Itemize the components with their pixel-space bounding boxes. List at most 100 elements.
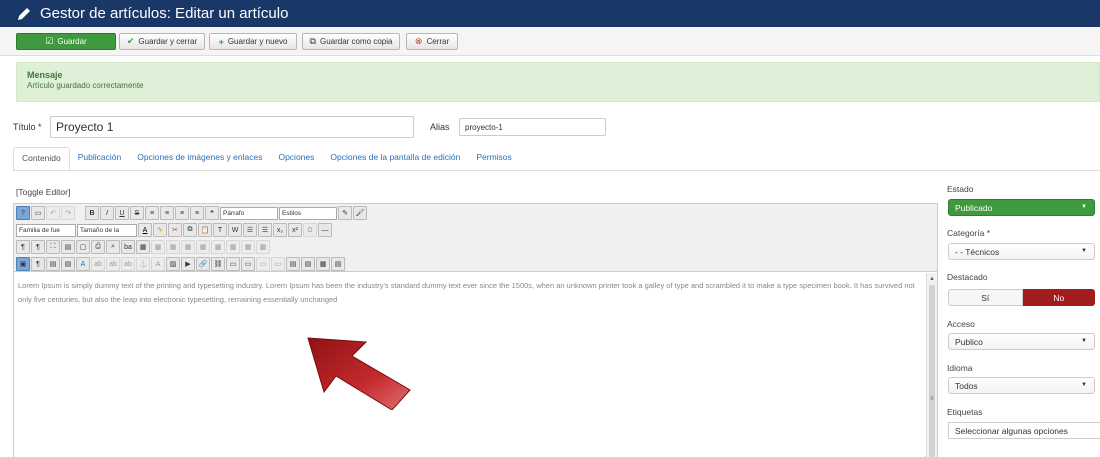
editor-toolbar-row-1: ? ▭ ↶ ↷ B I U S ≡ ≡ ≡ ≡ ❝ Párrafo Estilo…: [16, 205, 367, 221]
scroll-grip-icon: ≡: [930, 396, 934, 402]
table-icon[interactable]: ▦: [136, 240, 150, 254]
special-char-icon[interactable]: Ω: [303, 223, 317, 237]
tab-pantalla-edicion[interactable]: Opciones de la pantalla de edición: [322, 147, 468, 171]
copy-editor-icon[interactable]: ⧉: [183, 223, 197, 237]
rtl-icon[interactable]: ¶: [31, 240, 45, 254]
module-icon[interactable]: ▤: [331, 257, 345, 271]
table-row-icon[interactable]: ▦: [151, 240, 165, 254]
destacado-no-button[interactable]: No: [1022, 289, 1095, 306]
image-icon[interactable]: ▨: [166, 257, 180, 271]
tab-opciones[interactable]: Opciones: [270, 147, 322, 171]
align-right-icon[interactable]: ≡: [175, 206, 189, 220]
paste-word-icon[interactable]: W: [228, 223, 242, 237]
tab-imagenes-enlaces[interactable]: Opciones de imágenes y enlaces: [129, 147, 270, 171]
save-new-button[interactable]: + Guardar y nuevo: [209, 33, 297, 50]
close-button[interactable]: ⊗ Cerrar: [406, 33, 458, 50]
editor-toolbar-row-2: Familia de fue Tamaño de la A ✎ ✂ ⧉ 📋 T …: [16, 222, 332, 238]
redo-icon[interactable]: ↷: [61, 206, 75, 220]
underline-icon[interactable]: U: [115, 206, 129, 220]
tab-permisos[interactable]: Permisos: [468, 147, 519, 171]
tab-publicacion[interactable]: Publicación: [70, 147, 129, 171]
table-merge-icon[interactable]: ▦: [196, 240, 210, 254]
etiquetas-input[interactable]: Seleccionar algunas opciones: [948, 422, 1100, 439]
italic-icon[interactable]: I: [100, 206, 114, 220]
table-col-icon[interactable]: ▦: [166, 240, 180, 254]
table-delete-icon[interactable]: ▦: [226, 240, 240, 254]
undo-icon[interactable]: ↶: [46, 206, 60, 220]
tab-contenido[interactable]: Contenido: [13, 147, 70, 171]
article-icon[interactable]: ▤: [286, 257, 300, 271]
cut-icon[interactable]: ✂: [168, 223, 182, 237]
paragraph-icon[interactable]: ¶: [31, 257, 45, 271]
highlight-icon[interactable]: ✎: [153, 223, 167, 237]
cite-icon[interactable]: ab: [121, 257, 135, 271]
horizontal-rule-icon[interactable]: —: [318, 223, 332, 237]
align-center-icon[interactable]: ≡: [160, 206, 174, 220]
nonbreaking-icon[interactable]: ▭: [256, 257, 270, 271]
subscript-icon[interactable]: x₂: [273, 223, 287, 237]
preview-icon[interactable]: ▢: [76, 240, 90, 254]
paste-text-icon[interactable]: T: [213, 223, 227, 237]
format-select[interactable]: Párrafo: [220, 206, 278, 220]
print-icon[interactable]: ⎙: [91, 240, 105, 254]
numbered-list-icon[interactable]: ☰: [258, 223, 272, 237]
save-button[interactable]: ☑ Guardar: [16, 33, 116, 50]
alias-input[interactable]: proyecto-1: [459, 118, 606, 136]
template-icon[interactable]: ▤: [61, 240, 75, 254]
visual-aid-icon[interactable]: ▣: [16, 257, 30, 271]
media-icon[interactable]: ▶: [181, 257, 195, 271]
idioma-select[interactable]: Todos ▼: [948, 377, 1095, 394]
table-props-icon[interactable]: ▦: [241, 240, 255, 254]
strikethrough-icon[interactable]: S: [130, 206, 144, 220]
text-attrs-icon[interactable]: A: [151, 257, 165, 271]
save-copy-button[interactable]: ⧉ Guardar como copia: [302, 33, 400, 50]
font-color-icon[interactable]: A: [138, 223, 152, 237]
bold-icon[interactable]: B: [85, 206, 99, 220]
table-insert-icon[interactable]: ▦: [256, 240, 270, 254]
font-size-select[interactable]: Tamaño de la: [77, 223, 137, 237]
table-split-icon[interactable]: ▦: [211, 240, 225, 254]
scroll-thumb[interactable]: [929, 285, 935, 457]
destacado-yes-button[interactable]: Sí: [948, 289, 1023, 306]
table-cell-icon[interactable]: ▦: [181, 240, 195, 254]
editor-content[interactable]: Lorem Ipsum is simply dummy text of the …: [14, 273, 925, 457]
bullet-list-icon[interactable]: ☰: [243, 223, 257, 237]
scroll-up-icon[interactable]: ▲: [929, 276, 935, 282]
insert-time-icon[interactable]: ▭: [241, 257, 255, 271]
toggle-editor-link[interactable]: [Toggle Editor]: [16, 187, 70, 197]
anchor-icon[interactable]: ⚓: [136, 257, 150, 271]
brush-icon[interactable]: 🖌: [353, 206, 367, 220]
readmore-icon[interactable]: ▤: [301, 257, 315, 271]
ltr-icon[interactable]: ¶: [16, 240, 30, 254]
find-icon[interactable]: ⌕: [106, 240, 120, 254]
insert-layer-icon[interactable]: ▤: [61, 257, 75, 271]
align-left-icon[interactable]: ≡: [145, 206, 159, 220]
eraser-icon[interactable]: ✎: [338, 206, 352, 220]
font-family-select[interactable]: Familia de fue: [16, 223, 76, 237]
blockquote-icon[interactable]: ❝: [205, 206, 219, 220]
editor-scrollbar[interactable]: ▲ ≡: [926, 273, 937, 457]
pagebreak-icon[interactable]: ▭: [271, 257, 285, 271]
unlink-icon[interactable]: ⛓: [211, 257, 225, 271]
help-icon[interactable]: ?: [16, 206, 30, 220]
save-editor-icon[interactable]: ▦: [316, 257, 330, 271]
fullscreen-icon[interactable]: ⛶: [46, 240, 60, 254]
paste-icon[interactable]: 📋: [198, 223, 212, 237]
acronym-icon[interactable]: ab: [106, 257, 120, 271]
check-icon: ✔: [126, 36, 135, 46]
title-input[interactable]: Proyecto 1: [50, 116, 414, 138]
abbr-icon[interactable]: ab: [91, 257, 105, 271]
insert-doc-icon[interactable]: ▤: [46, 257, 60, 271]
save-close-button[interactable]: ✔ Guardar y cerrar: [119, 33, 205, 50]
styles-select[interactable]: Estilos: [279, 206, 337, 220]
superscript-icon[interactable]: x²: [288, 223, 302, 237]
insert-date-icon[interactable]: ▭: [226, 257, 240, 271]
link-icon[interactable]: 🔗: [196, 257, 210, 271]
spellcheck-icon[interactable]: A: [76, 257, 90, 271]
align-justify-icon[interactable]: ≡: [190, 206, 204, 220]
acceso-select[interactable]: Publico ▼: [948, 333, 1095, 350]
estado-select[interactable]: Publicado ▼: [948, 199, 1095, 216]
new-doc-icon[interactable]: ▭: [31, 206, 45, 220]
replace-icon[interactable]: ba: [121, 240, 135, 254]
categoria-select[interactable]: - - Técnicos ▼: [948, 243, 1095, 260]
